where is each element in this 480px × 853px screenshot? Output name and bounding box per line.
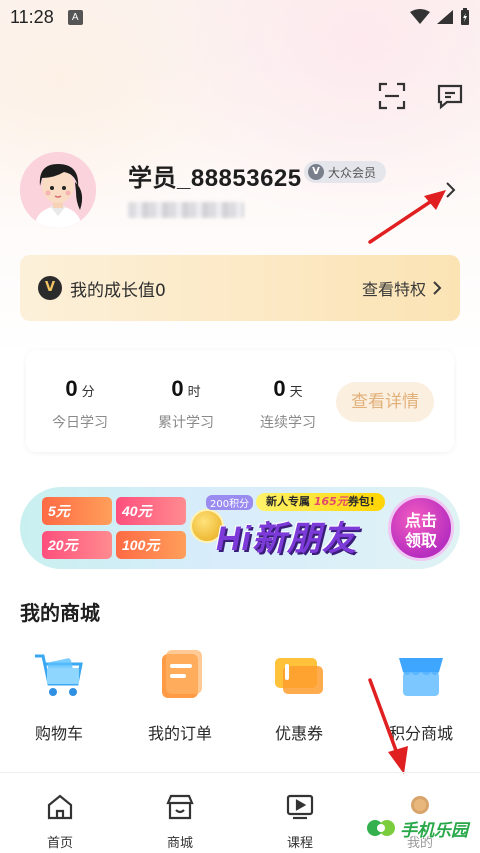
annotation-arrow-icon xyxy=(368,678,408,774)
mall-item-label: 购物车 xyxy=(34,724,83,743)
mall-item-label: 优惠券 xyxy=(274,724,323,743)
tab-label: 课程 xyxy=(286,836,313,851)
mall-item-label: 我的订单 xyxy=(147,724,212,743)
vip-v-icon: V xyxy=(38,276,62,300)
status-bar: 11:28 A xyxy=(0,0,480,34)
view-privileges-label: 查看特权 xyxy=(361,280,426,299)
stat-streak: 0天 连续学习 xyxy=(238,376,338,432)
tabbar-divider xyxy=(0,772,480,773)
promo-tag-suffix: 券包! xyxy=(347,495,375,508)
growth-value-card[interactable]: V 我的成长值0 查看特权 xyxy=(20,255,460,321)
claim-button[interactable]: 点击领取 xyxy=(388,495,454,561)
stat-unit: 天 xyxy=(289,385,303,400)
signal-icon xyxy=(437,10,453,24)
mall-section-title: 我的商城 xyxy=(20,601,100,625)
view-details-button[interactable]: 查看详情 xyxy=(336,382,434,422)
mall-item-cart[interactable]: 购物车 xyxy=(4,648,114,744)
annotation-arrow-icon xyxy=(368,190,446,244)
avatar-illustration xyxy=(20,152,96,228)
wifi-icon xyxy=(410,9,430,24)
tab-label: 首页 xyxy=(46,836,73,851)
promo-tag-amount: 165元 xyxy=(313,495,348,508)
points-tag: 200积分 xyxy=(206,495,254,510)
coupon-icon xyxy=(275,658,323,694)
member-badge[interactable]: V 大众会员 xyxy=(304,161,387,183)
masked-phone-number xyxy=(128,202,244,218)
tab-label: 商城 xyxy=(166,836,193,851)
scan-icon xyxy=(378,82,406,110)
stat-value: 0 xyxy=(171,376,184,401)
username: 学员_88853625 xyxy=(128,165,302,192)
promo-title: Hi新朋友 xyxy=(216,520,357,558)
watermark: 手机乐园 xyxy=(358,811,476,845)
stat-unit: 分 xyxy=(81,385,95,400)
stat-total: 0时 累计学习 xyxy=(136,376,236,432)
growth-value-label: 我的成长值0 xyxy=(70,280,166,301)
video-icon xyxy=(286,794,314,820)
promo-tag-prefix: 新人专属 xyxy=(266,495,310,508)
avatar[interactable] xyxy=(20,152,96,228)
study-stats-card: 0分 今日学习 0时 累计学习 0天 连续学习 查看详情 xyxy=(26,350,454,452)
stat-label: 连续学习 xyxy=(260,415,316,431)
message-button[interactable] xyxy=(434,80,466,112)
cart-icon xyxy=(35,654,83,696)
order-icon xyxy=(162,650,202,698)
mall-item-coupons[interactable]: 优惠券 xyxy=(244,648,354,744)
tab-home[interactable]: 首页 xyxy=(20,792,100,851)
claim-button-label: 点击领取 xyxy=(404,511,437,550)
stat-unit: 时 xyxy=(187,385,201,400)
stat-label: 累计学习 xyxy=(158,415,214,431)
message-icon xyxy=(437,84,463,110)
status-time: 11:28 xyxy=(10,6,54,27)
scan-button[interactable] xyxy=(376,80,408,112)
stat-label: 今日学习 xyxy=(52,415,108,431)
coupon-chip: 40元 xyxy=(116,497,186,525)
coupon-chip: 5元 xyxy=(42,497,112,525)
view-privileges-link[interactable]: 查看特权 xyxy=(362,276,442,300)
tab-store[interactable]: 商城 xyxy=(140,792,220,851)
member-badge-label: 大众会员 xyxy=(328,165,377,180)
member-v-icon: V xyxy=(308,164,324,180)
home-icon xyxy=(47,794,73,820)
stat-value: 0 xyxy=(65,376,78,401)
chevron-right-icon xyxy=(433,281,442,295)
new-user-promo-banner[interactable]: 5元 40元 20元 100元 200积分 新人专属 165元券包! Hi新朋友… xyxy=(20,487,460,569)
watermark-text: 手机乐园 xyxy=(400,820,468,841)
coupon-chip: 100元 xyxy=(116,531,186,559)
stat-today: 0分 今日学习 xyxy=(30,376,130,432)
promo-tag: 新人专属 165元券包! xyxy=(256,493,385,511)
coupon-chip: 20元 xyxy=(42,531,112,559)
mall-item-orders[interactable]: 我的订单 xyxy=(125,648,235,744)
watermark-logo-icon xyxy=(367,820,395,836)
status-notification-icon: A xyxy=(67,9,83,25)
stat-value: 0 xyxy=(273,376,286,401)
header-actions xyxy=(376,80,466,112)
battery-icon xyxy=(461,8,469,25)
store-icon xyxy=(166,794,194,820)
tab-courses[interactable]: 课程 xyxy=(260,792,340,851)
